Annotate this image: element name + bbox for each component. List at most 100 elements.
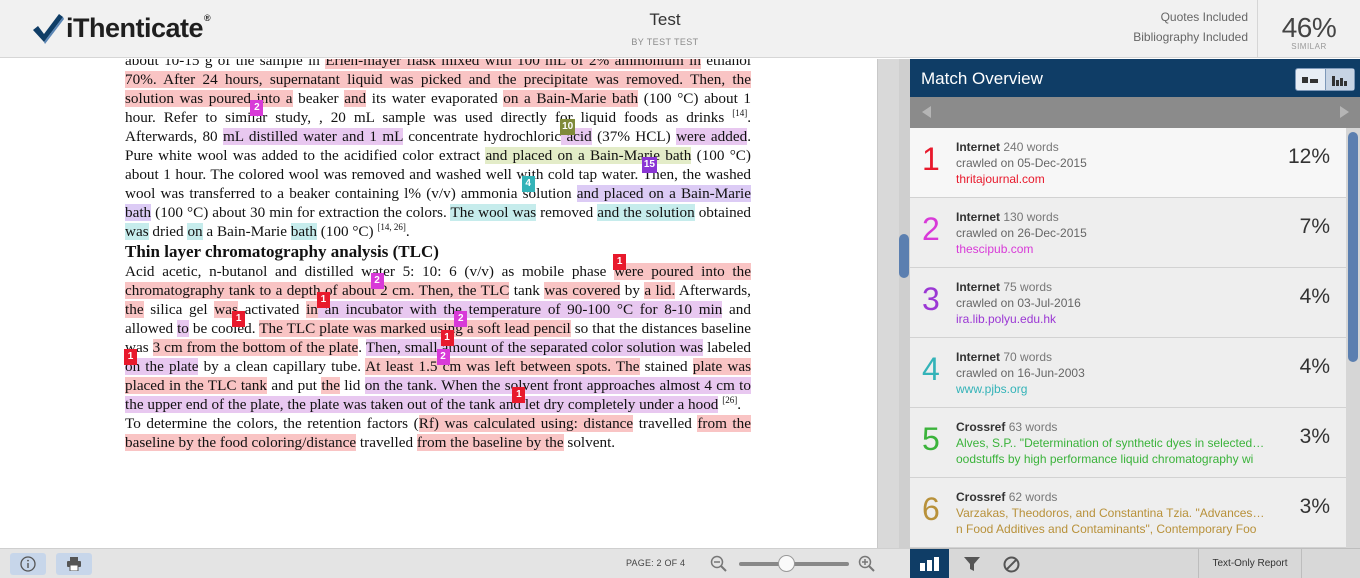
similarity-percent: 46% (1281, 12, 1337, 43)
similarity-label: SIMILAR (1291, 42, 1327, 51)
match-source-link[interactable]: thescipub.com (956, 242, 1033, 256)
match-source: Internet 130 words (956, 210, 1059, 224)
highlighted-match-4[interactable]: and the solution (597, 204, 695, 221)
match-marker-label: 1 (124, 349, 137, 365)
match-marker-label: 2 (454, 311, 468, 327)
zoom-slider-thumb[interactable] (778, 555, 796, 572)
document-text: . (405, 223, 410, 240)
match-number: 6 (922, 491, 940, 527)
highlighted-match-1[interactable]: was covered (544, 282, 621, 299)
highlighted-match-4[interactable]: The wool was (450, 204, 537, 221)
match-item-6[interactable]: 6 Crossref 62 words Varzakas, Theodoros, a… (910, 478, 1346, 548)
list-view-button[interactable] (1296, 69, 1326, 90)
match-overview-tab[interactable] (910, 549, 949, 578)
document-text: To determine the colors, the retention f… (125, 415, 419, 432)
highlighted-match-1[interactable]: and (344, 90, 367, 107)
match-source-link[interactable]: ira.lib.polyu.edu.hk (956, 312, 1056, 326)
print-button[interactable] (56, 553, 92, 575)
filter-icon[interactable] (963, 556, 981, 572)
match-citation-line-2[interactable]: oodstuffs by high performance liquid chr… (956, 452, 1266, 466)
document-text: stained (639, 358, 693, 375)
document-text: by (620, 282, 645, 299)
document-text: lid (339, 377, 365, 394)
document-text: obtained (694, 204, 752, 221)
match-citation-line-2[interactable]: n Food Additives and Contaminants", Cont… (956, 522, 1266, 536)
highlighted-match-10[interactable]: and placed on a Bain-Marie bath (485, 147, 692, 164)
ithenticate-logo[interactable]: iThenticate® (30, 8, 211, 48)
scroll-thumb[interactable] (899, 234, 909, 278)
quotes-filter-status[interactable]: Quotes Included (1161, 10, 1248, 24)
highlighted-match-1[interactable]: cm was left between spots. The (437, 358, 640, 375)
highlighted-match-2[interactable]: were added (676, 128, 748, 145)
match-marker-label: 2 (436, 349, 450, 365)
highlighted-match-1[interactable]: on a Bain-Marie bath (503, 90, 639, 107)
match-source-link[interactable]: thritajournal.com (956, 172, 1045, 186)
highlighted-match-4[interactable]: on (187, 223, 203, 240)
match-list-scrollbar[interactable] (1346, 128, 1360, 548)
match-citation-line-1[interactable]: Varzakas, Theodoros, and Constantina Tzi… (956, 506, 1266, 520)
bar-view-button[interactable] (1325, 69, 1354, 90)
match-item-5[interactable]: 5 Crossref 63 words Alves, S.P.. "Determin… (910, 408, 1346, 478)
highlighted-match-1[interactable]: t 2 cm. Then, the TLC (371, 282, 510, 299)
match-word-count: 75 words (1003, 280, 1053, 294)
match-marker-label: 2 (250, 100, 264, 116)
highlighted-match-1[interactable]: Rf) was calculated using: distance (418, 415, 634, 432)
match-percent: 3% (1299, 495, 1330, 518)
document-scrollbar[interactable] (877, 59, 911, 548)
highlighted-match-2[interactable]: d let dry completely under a hood (513, 396, 719, 413)
highlighted-match-1[interactable]: Erlen-mayer flask mixed with 100 mL of 2… (325, 59, 701, 69)
match-source-type: Internet (956, 350, 1001, 364)
match-crawl-date: crawled on 03-Jul-2016 (956, 296, 1081, 310)
zoom-out-icon[interactable] (710, 555, 727, 572)
highlighted-match-2[interactable]: amount of the separated color solution w… (441, 339, 704, 356)
document-text: by a clean capillary tube. (198, 358, 366, 375)
document-text: solvent. (563, 434, 616, 451)
highlighted-match-1[interactable]: the (125, 301, 144, 318)
match-source-type: Internet (956, 280, 1001, 294)
highlighted-match-4[interactable]: was (125, 223, 149, 240)
highlighted-match-2[interactable]: to (177, 320, 189, 337)
document-viewer: about 10-15 g of the sample in Erlen-may… (0, 59, 877, 548)
match-source-type: Crossref (956, 420, 1006, 434)
document-text: activated (237, 301, 307, 318)
match-list-scroll-thumb[interactable] (1348, 132, 1358, 362)
match-item-3[interactable]: 3 Internet 75 words crawled on 03-Jul-2016… (910, 268, 1346, 338)
document-title: Test (649, 10, 681, 29)
similarity-score: 46% SIMILAR (1257, 0, 1360, 58)
paragraph-tlc: Acid acetic, n-butanol and distilled wat… (124, 254, 751, 414)
match-marker-label: 1 (613, 254, 627, 270)
highlighted-match-1[interactable]: a lid. (644, 282, 676, 299)
highlighted-match-1[interactable]: the (321, 377, 340, 394)
match-overview-header: Match Overview (910, 59, 1360, 97)
info-icon (20, 556, 36, 572)
match-item-2[interactable]: 2 Internet 130 words crawled on 26-Dec-201… (910, 198, 1346, 268)
match-overview-panel: Match Overview 1 Internet 240 words crawle… (910, 59, 1360, 548)
bibliography-filter-status[interactable]: Bibliography Included (1133, 30, 1248, 44)
match-source: Crossref 63 words (956, 420, 1057, 434)
document-text: beaker (292, 90, 345, 107)
match-source-link[interactable]: www.pjbs.org (956, 382, 1027, 396)
match-item-1[interactable]: 1 Internet 240 words crawled on 05-Dec-201… (910, 128, 1346, 198)
highlighted-match-1[interactable]: from the baseline by the (416, 434, 564, 451)
highlighted-match-2[interactable]: Then, small (365, 339, 442, 356)
document-text: concentrate hydrochloric (402, 128, 562, 145)
exclude-icon[interactable] (1003, 556, 1020, 573)
previous-match-arrow-icon[interactable] (922, 106, 931, 118)
match-item-4[interactable]: 4 Internet 70 words crawled on 16-Jun-2003… (910, 338, 1346, 408)
zoom-in-icon[interactable] (858, 555, 875, 572)
next-match-arrow-icon[interactable] (1340, 106, 1349, 118)
highlighted-match-1[interactable]: 3 cm from the bottom of the plate (152, 339, 359, 356)
match-percent: 7% (1299, 215, 1330, 238)
highlighted-match-1[interactable]: g a soft lead pencil (455, 320, 571, 337)
info-button[interactable] (10, 553, 46, 575)
highlighted-match-1[interactable]: The TLC plate was marked usin (259, 320, 456, 337)
highlighted-match-4[interactable]: bath (290, 223, 317, 240)
paragraph-retention: To determine the colors, the retention f… (125, 414, 751, 452)
highlighted-match-2[interactable]: an incubator with the temperature of 90-… (317, 301, 723, 318)
text-only-report-button[interactable]: Text-Only Report (1198, 549, 1302, 578)
checkmark-logo-icon (33, 14, 64, 44)
match-number: 5 (922, 421, 940, 457)
match-citation-line-1[interactable]: Alves, S.P.. "Determination of synthetic… (956, 436, 1266, 450)
highlighted-match-1[interactable]: At least 1.5 (365, 358, 438, 375)
highlighted-match-2[interactable]: mL distilled water and 1 mL (222, 128, 403, 145)
